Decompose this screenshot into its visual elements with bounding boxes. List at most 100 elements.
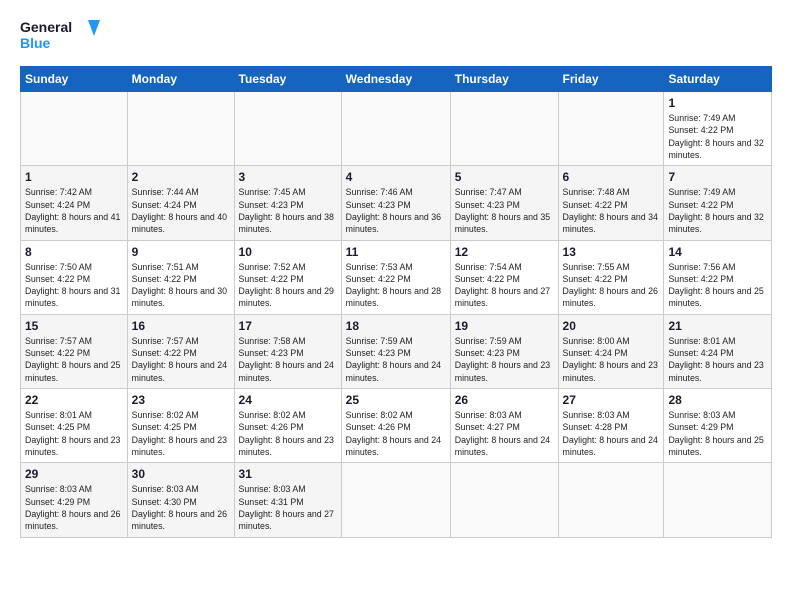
day-number: 25 [346, 393, 446, 407]
day-detail: Sunrise: 7:51 AMSunset: 4:22 PMDaylight:… [132, 261, 230, 310]
calendar-cell [234, 92, 341, 166]
calendar-cell: 1 Sunrise: 7:42 AMSunset: 4:24 PMDaylight… [21, 166, 128, 240]
day-number: 23 [132, 393, 230, 407]
calendar-cell: 5Sunrise: 7:47 AMSunset: 4:23 PMDaylight… [450, 166, 558, 240]
calendar-cell: 24Sunrise: 8:02 AMSunset: 4:26 PMDayligh… [234, 389, 341, 463]
day-number: 22 [25, 393, 123, 407]
day-number: 15 [25, 319, 123, 333]
calendar-header-row: SundayMondayTuesdayWednesdayThursdayFrid… [21, 67, 772, 92]
calendar-cell: 6 Sunrise: 7:48 AMSunset: 4:22 PMDaylight… [558, 166, 664, 240]
day-detail: Sunrise: 7:57 AMSunset: 4:22 PMDaylight:… [25, 335, 123, 384]
day-number: 6 [563, 170, 660, 184]
day-detail: Sunrise: 7:49 AMSunset: 4:22 PMDaylight:… [668, 186, 767, 235]
day-detail: Sunrise: 7:55 AMSunset: 4:22 PMDaylight:… [563, 261, 660, 310]
calendar-cell: 30Sunrise: 8:03 AMSunset: 4:30 PMDayligh… [127, 463, 234, 537]
calendar-cell: 28Sunrise: 8:03 AMSunset: 4:29 PMDayligh… [664, 389, 772, 463]
calendar-cell: 20Sunrise: 8:00 AMSunset: 4:24 PMDayligh… [558, 314, 664, 388]
day-number: 10 [239, 245, 337, 259]
day-detail: Sunrise: 7:49 AMSunset: 4:22 PMDaylight:… [668, 112, 767, 161]
day-number: 1 [25, 170, 123, 184]
calendar-cell: 4 Sunrise: 7:46 AMSunset: 4:23 PMDaylight… [341, 166, 450, 240]
calendar-cell: 23 Sunrise: 8:02 AMSunset: 4:25 PMDayligh… [127, 389, 234, 463]
calendar-cell: 18Sunrise: 7:59 AMSunset: 4:23 PMDayligh… [341, 314, 450, 388]
calendar-cell: 17 Sunrise: 7:58 AMSunset: 4:23 PMDayligh… [234, 314, 341, 388]
day-number: 21 [668, 319, 767, 333]
calendar-cell: 16 Sunrise: 7:57 AMSunset: 4:22 PMDayligh… [127, 314, 234, 388]
col-header-monday: Monday [127, 67, 234, 92]
day-detail: Sunrise: 7:59 AMSunset: 4:23 PMDaylight:… [455, 335, 554, 384]
day-detail: Sunrise: 7:58 AMSunset: 4:23 PMDaylight:… [239, 335, 337, 384]
day-detail: Sunrise: 7:54 AMSunset: 4:22 PMDaylight:… [455, 261, 554, 310]
calendar-cell: 25 Sunrise: 8:02 AMSunset: 4:26 PMDayligh… [341, 389, 450, 463]
calendar-cell: 10Sunrise: 7:52 AMSunset: 4:22 PMDayligh… [234, 240, 341, 314]
day-number: 18 [346, 319, 446, 333]
day-detail: Sunrise: 8:03 AMSunset: 4:27 PMDaylight:… [455, 409, 554, 458]
day-number: 14 [668, 245, 767, 259]
day-detail: Sunrise: 7:53 AMSunset: 4:22 PMDaylight:… [346, 261, 446, 310]
calendar-cell: 12 Sunrise: 7:54 AMSunset: 4:22 PMDayligh… [450, 240, 558, 314]
day-number: 19 [455, 319, 554, 333]
svg-text:General: General [20, 19, 72, 35]
day-detail: Sunrise: 8:03 AMSunset: 4:29 PMDaylight:… [668, 409, 767, 458]
calendar-cell [664, 463, 772, 537]
col-header-friday: Friday [558, 67, 664, 92]
col-header-sunday: Sunday [21, 67, 128, 92]
day-number: 16 [132, 319, 230, 333]
header: General Blue [20, 16, 772, 56]
day-number: 29 [25, 467, 123, 481]
calendar-week-row: 8Sunrise: 7:50 AMSunset: 4:22 PMDaylight… [21, 240, 772, 314]
day-number: 9 [132, 245, 230, 259]
day-detail: Sunrise: 7:42 AMSunset: 4:24 PMDaylight:… [25, 186, 123, 235]
calendar-cell [21, 92, 128, 166]
day-number: 7 [668, 170, 767, 184]
calendar-table: SundayMondayTuesdayWednesdayThursdayFrid… [20, 66, 772, 538]
day-detail: Sunrise: 7:45 AMSunset: 4:23 PMDaylight:… [239, 186, 337, 235]
col-header-tuesday: Tuesday [234, 67, 341, 92]
day-detail: Sunrise: 8:03 AMSunset: 4:30 PMDaylight:… [132, 483, 230, 532]
calendar-cell [558, 463, 664, 537]
calendar-cell: 31 Sunrise: 8:03 AMSunset: 4:31 PMDayligh… [234, 463, 341, 537]
calendar-cell [450, 92, 558, 166]
calendar-cell: 2Sunrise: 7:44 AMSunset: 4:24 PMDaylight… [127, 166, 234, 240]
day-detail: Sunrise: 8:00 AMSunset: 4:24 PMDaylight:… [563, 335, 660, 384]
calendar-cell: 9 Sunrise: 7:51 AMSunset: 4:22 PMDaylight… [127, 240, 234, 314]
day-number: 31 [239, 467, 337, 481]
day-detail: Sunrise: 7:47 AMSunset: 4:23 PMDaylight:… [455, 186, 554, 235]
svg-text:Blue: Blue [20, 35, 51, 51]
calendar-cell [341, 463, 450, 537]
calendar-cell: 22 Sunrise: 8:01 AMSunset: 4:25 PMDayligh… [21, 389, 128, 463]
day-number: 1 [668, 96, 767, 110]
day-number: 12 [455, 245, 554, 259]
day-detail: Sunrise: 7:46 AMSunset: 4:23 PMDaylight:… [346, 186, 446, 235]
day-detail: Sunrise: 8:01 AMSunset: 4:25 PMDaylight:… [25, 409, 123, 458]
calendar-cell: 13 Sunrise: 7:55 AMSunset: 4:22 PMDayligh… [558, 240, 664, 314]
calendar-cell: 7 Sunrise: 7:49 AMSunset: 4:22 PMDaylight… [664, 166, 772, 240]
day-number: 11 [346, 245, 446, 259]
day-number: 13 [563, 245, 660, 259]
day-detail: Sunrise: 8:02 AMSunset: 4:26 PMDaylight:… [346, 409, 446, 458]
calendar-week-row: 22 Sunrise: 8:01 AMSunset: 4:25 PMDayligh… [21, 389, 772, 463]
calendar-week-row: 1 Sunrise: 7:49 AMSunset: 4:22 PMDaylight… [21, 92, 772, 166]
calendar-cell: 26Sunrise: 8:03 AMSunset: 4:27 PMDayligh… [450, 389, 558, 463]
calendar-cell: 11 Sunrise: 7:53 AMSunset: 4:22 PMDayligh… [341, 240, 450, 314]
day-detail: Sunrise: 8:03 AMSunset: 4:28 PMDaylight:… [563, 409, 660, 458]
day-detail: Sunrise: 7:44 AMSunset: 4:24 PMDaylight:… [132, 186, 230, 235]
day-number: 4 [346, 170, 446, 184]
calendar-cell: 21Sunrise: 8:01 AMSunset: 4:24 PMDayligh… [664, 314, 772, 388]
page: General Blue SundayMondayTuesdayWednesda… [0, 0, 792, 612]
calendar-cell: 15 Sunrise: 7:57 AMSunset: 4:22 PMDayligh… [21, 314, 128, 388]
calendar-week-row: 29 Sunrise: 8:03 AMSunset: 4:29 PMDayligh… [21, 463, 772, 537]
day-detail: Sunrise: 7:48 AMSunset: 4:22 PMDaylight:… [563, 186, 660, 235]
calendar-cell: 27Sunrise: 8:03 AMSunset: 4:28 PMDayligh… [558, 389, 664, 463]
col-header-saturday: Saturday [664, 67, 772, 92]
day-detail: Sunrise: 8:03 AMSunset: 4:31 PMDaylight:… [239, 483, 337, 532]
day-detail: Sunrise: 7:56 AMSunset: 4:22 PMDaylight:… [668, 261, 767, 310]
calendar-week-row: 1 Sunrise: 7:42 AMSunset: 4:24 PMDaylight… [21, 166, 772, 240]
day-detail: Sunrise: 7:57 AMSunset: 4:22 PMDaylight:… [132, 335, 230, 384]
logo: General Blue [20, 16, 100, 56]
day-detail: Sunrise: 8:02 AMSunset: 4:25 PMDaylight:… [132, 409, 230, 458]
logo-svg: General Blue [20, 16, 100, 56]
day-number: 17 [239, 319, 337, 333]
calendar-cell [127, 92, 234, 166]
day-detail: Sunrise: 8:03 AMSunset: 4:29 PMDaylight:… [25, 483, 123, 532]
